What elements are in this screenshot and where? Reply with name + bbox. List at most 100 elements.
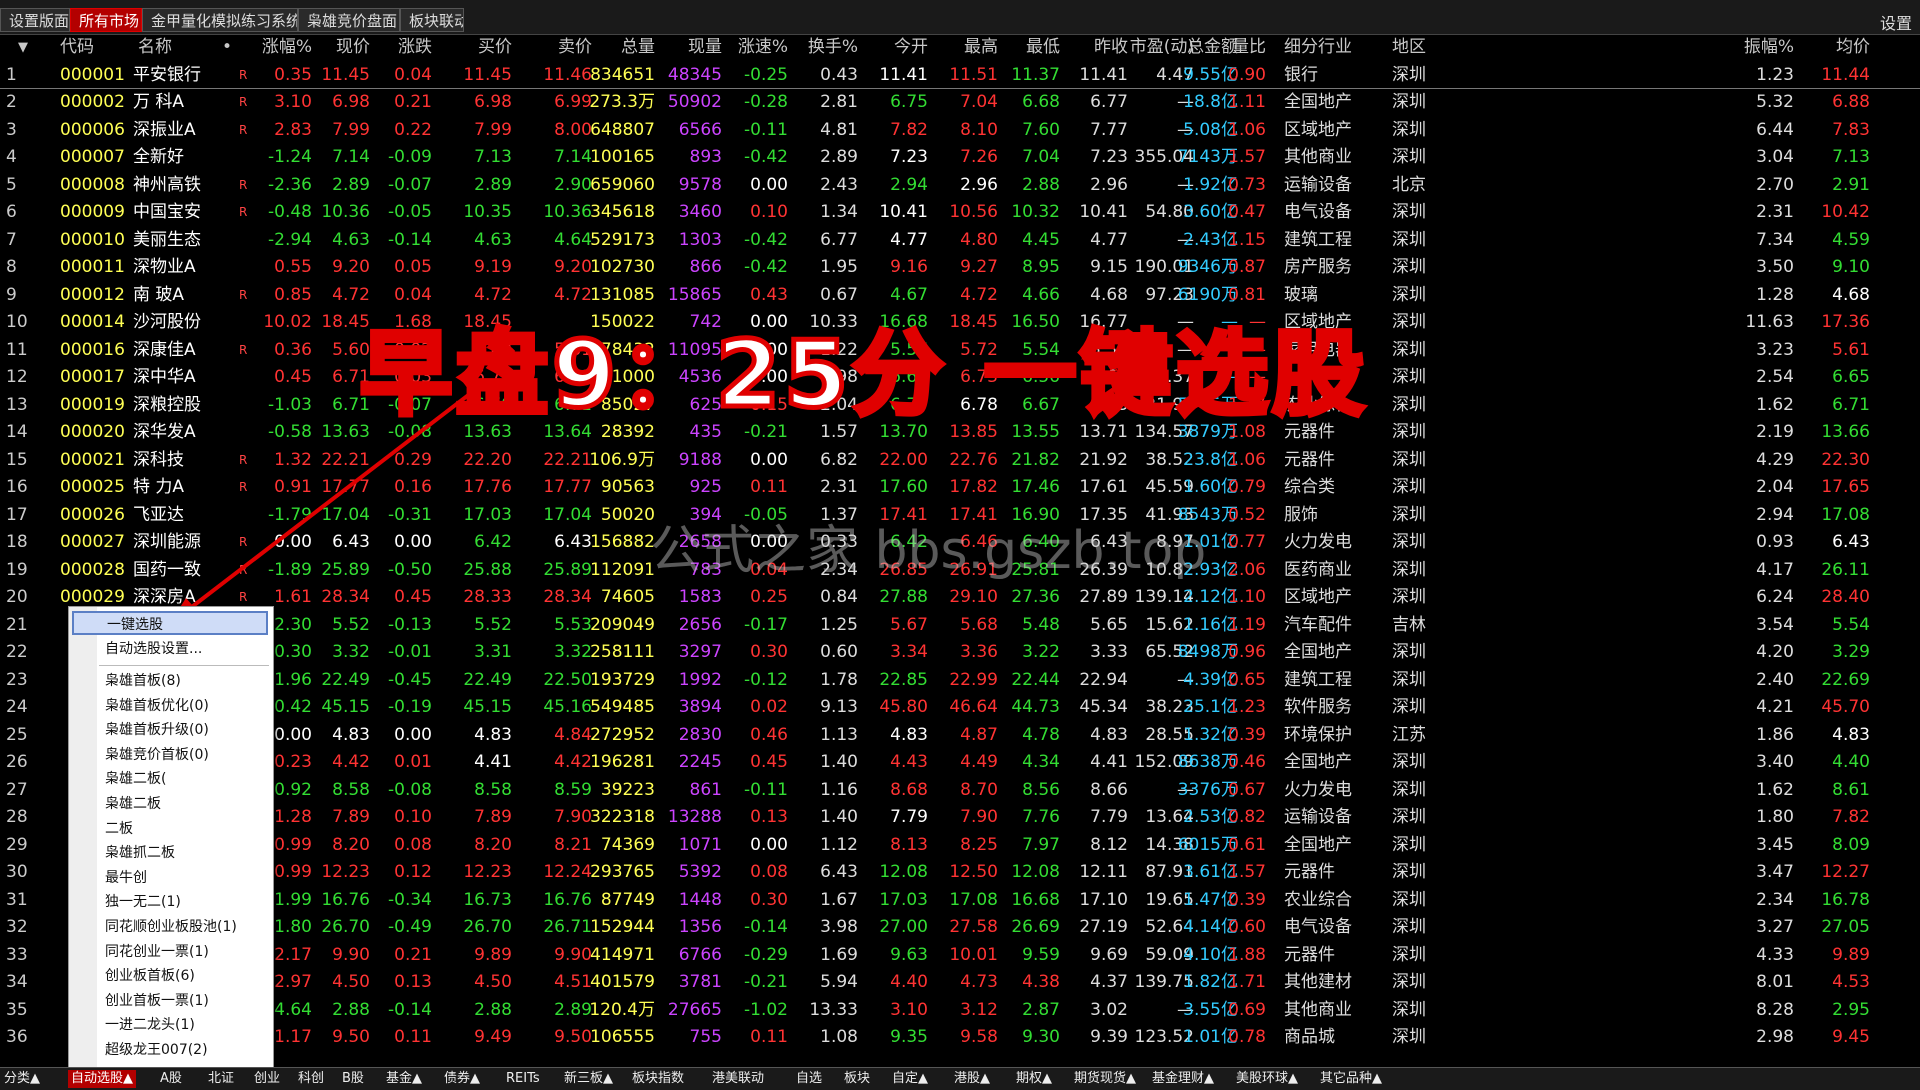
table-row[interactable]: 24 -0.42 45.15 -0.19 45.15 45.16 549485 3894 0.0…	[0, 694, 1920, 722]
menu-item[interactable]: 最牛创	[105, 866, 147, 890]
column-header[interactable]: 换手%	[778, 34, 858, 62]
bottom-tab[interactable]: 期货现货▲	[1074, 1070, 1136, 1088]
stock-code[interactable]: 000001	[60, 62, 130, 90]
bottom-tab[interactable]: 新三板▲	[564, 1070, 613, 1088]
bottom-tab[interactable]: 港美联动	[712, 1070, 764, 1088]
top-tab[interactable]: 枭雄竞价盘面	[298, 8, 400, 32]
bottom-tab[interactable]: 基金▲	[386, 1070, 422, 1088]
stock-code[interactable]: 000006	[60, 117, 130, 145]
column-header[interactable]: •	[222, 34, 232, 62]
stock-name[interactable]: 深科技	[133, 447, 233, 475]
stock-name[interactable]: 深粮控股	[133, 392, 233, 420]
stock-code[interactable]: 000020	[60, 419, 130, 447]
menu-item-one-click-select[interactable]: 一键选股	[72, 611, 268, 635]
stock-code[interactable]: 000016	[60, 337, 130, 365]
stock-name[interactable]: 神州高铁	[133, 172, 233, 200]
column-header[interactable]: 振幅%	[1714, 34, 1794, 62]
table-row[interactable]: 30 0.99 12.23 0.12 12.23 12.24 293765 5392 0.08 6…	[0, 859, 1920, 887]
stock-code[interactable]: 000019	[60, 392, 130, 420]
bottom-tab[interactable]: REITs	[506, 1070, 540, 1088]
bottom-tab[interactable]: 板块	[844, 1070, 870, 1088]
table-row[interactable]: 8 000011 深物业A 0.55 9.20 0.05 9.19 9.20 102730 866…	[0, 254, 1920, 282]
stock-code[interactable]: 000014	[60, 309, 130, 337]
stock-code[interactable]: 000017	[60, 364, 130, 392]
table-row[interactable]: 3 000006 深振业A R 2.83 7.99 0.22 7.99 8.00 648807 65…	[0, 117, 1920, 145]
menu-item[interactable]: 枭雄竞价首板(0)	[105, 743, 209, 767]
column-header[interactable]: 地区	[1392, 34, 1426, 62]
menu-item[interactable]: 枭雄首板升级(0)	[105, 718, 209, 742]
table-row[interactable]: 34 2.97 4.50 0.13 4.50 4.51 401579 3781 -0.21 5.9…	[0, 969, 1920, 997]
stock-code[interactable]: 000009	[60, 199, 130, 227]
bottom-tab[interactable]: 其它品种▲	[1320, 1070, 1382, 1088]
stock-name[interactable]: 万 科A	[133, 89, 233, 117]
sort-arrow-icon[interactable]: ▼	[18, 34, 28, 62]
column-header[interactable]: 涨速%	[708, 34, 788, 62]
table-row[interactable]: 6 000009 中国宝安 R -0.48 10.36 -0.05 10.35 10.36 345…	[0, 199, 1920, 227]
stock-name[interactable]: 深物业A	[133, 254, 233, 282]
menu-item[interactable]: 一进二龙头(1)	[105, 1013, 195, 1037]
stock-name[interactable]: 飞亚达	[133, 502, 233, 530]
table-row[interactable]: 4 000007 全新好 -1.24 7.14 -0.09 7.13 7.14 100165 89…	[0, 144, 1920, 172]
stock-code[interactable]: 000027	[60, 529, 130, 557]
settings-button[interactable]: 设置	[1880, 10, 1912, 34]
menu-item[interactable]: 枭雄二板(	[105, 767, 166, 791]
table-row[interactable]: 21 -2.30 5.52 -0.13 5.52 5.53 209049 2656 -0.17 1…	[0, 612, 1920, 640]
stock-code[interactable]: 000021	[60, 447, 130, 475]
table-row[interactable]: 35 -4.64 2.88 -0.14 2.88 2.89 120.4万 27665 -1.02…	[0, 997, 1920, 1025]
table-row[interactable]: 16 000025 特 力A R 0.91 17.77 0.16 17.76 17.77 9056…	[0, 474, 1920, 502]
table-row[interactable]: 36 1.17 9.50 0.11 9.49 9.50 106555 755 0.11 1.08 9…	[0, 1024, 1920, 1052]
stock-name[interactable]: 深振业A	[133, 117, 233, 145]
bottom-tab[interactable]: 港股▲	[954, 1070, 990, 1088]
table-row[interactable]: 5 000008 神州高铁 R -2.36 2.89 -0.07 2.89 2.90 659060…	[0, 172, 1920, 200]
table-row[interactable]: 33 2.17 9.90 0.21 9.89 9.90 414971 6766 -0.29 1.6…	[0, 942, 1920, 970]
stock-code[interactable]: 000002	[60, 89, 130, 117]
stock-name[interactable]: 南 玻A	[133, 282, 233, 310]
bottom-tab[interactable]: 自定▲	[892, 1070, 928, 1088]
bottom-tab[interactable]: 科创	[298, 1070, 324, 1088]
bottom-tab[interactable]: 自动选股▲	[68, 1070, 136, 1088]
table-row[interactable]: 15 000021 深科技 R 1.32 22.21 0.29 22.20 22.21 106.9…	[0, 447, 1920, 475]
bottom-tab[interactable]: 债券▲	[444, 1070, 480, 1088]
stock-name[interactable]: 沙河股份	[133, 309, 233, 337]
table-row[interactable]: 28 1.28 7.89 0.10 7.89 7.90 322318 13288 0.13 1.4…	[0, 804, 1920, 832]
stock-name[interactable]: 全新好	[133, 144, 233, 172]
stock-name[interactable]: 平安银行	[133, 62, 233, 90]
stock-name[interactable]: 深中华A	[133, 364, 233, 392]
stock-name[interactable]: 深康佳A	[133, 337, 233, 365]
top-tab[interactable]: 所有市场	[70, 8, 142, 32]
column-header[interactable]: 今开	[848, 34, 928, 62]
menu-item[interactable]: 枭雄首板优化(0)	[105, 694, 209, 718]
stock-code[interactable]: 000026	[60, 502, 130, 530]
stock-code[interactable]: 000010	[60, 227, 130, 255]
stock-code[interactable]: 000028	[60, 557, 130, 585]
table-row[interactable]: 2 000002 万 科A R 3.10 6.98 0.21 6.98 6.99 273.3万 50…	[0, 89, 1920, 117]
menu-item[interactable]: 枭雄首板(8)	[105, 669, 181, 693]
table-row[interactable]: 7 000010 美丽生态 -2.94 4.63 -0.14 4.63 4.64 529173 1…	[0, 227, 1920, 255]
menu-item[interactable]: 创业板首板(6)	[105, 964, 195, 988]
table-row[interactable]: 1 000001 平安银行 R 0.35 11.45 0.04 11.45 11.46 83465…	[0, 62, 1920, 90]
table-row[interactable]: 20 000029 深深房A R 1.61 28.34 0.45 28.33 28.34 7460…	[0, 584, 1920, 612]
top-tab[interactable]: 板块联动	[400, 8, 464, 32]
column-header[interactable]: 量比	[1186, 34, 1266, 62]
table-row[interactable]: 23 -1.96 22.49 -0.45 22.49 22.50 193729 1992 -0.…	[0, 667, 1920, 695]
stock-name[interactable]: 国药一致	[133, 557, 233, 585]
menu-item[interactable]: 自动选股设置...	[105, 637, 202, 661]
stock-name[interactable]: 深圳能源	[133, 529, 233, 557]
table-row[interactable]: 25 0.00 4.83 0.00 4.83 4.84 272952 2830 0.46 1.13…	[0, 722, 1920, 750]
stock-name[interactable]: 中国宝安	[133, 199, 233, 227]
stock-code[interactable]: 000011	[60, 254, 130, 282]
top-tab[interactable]: 设置版面	[0, 8, 70, 32]
bottom-tab[interactable]: 分类▲	[4, 1070, 40, 1088]
table-row[interactable]: 27 -0.92 8.58 -0.08 8.58 8.59 39223 861 -0.11 1.1…	[0, 777, 1920, 805]
menu-item[interactable]: 枭雄抓二板	[105, 841, 175, 865]
top-tab[interactable]: 金甲量化模拟练习系统9.0	[142, 8, 298, 32]
menu-item[interactable]: 超级龙王007(2)	[105, 1038, 208, 1062]
column-header[interactable]: 细分行业	[1284, 34, 1352, 62]
bottom-tab[interactable]: 北证	[208, 1070, 234, 1088]
bottom-tab[interactable]: 美股环球▲	[1236, 1070, 1298, 1088]
stock-code[interactable]: 000012	[60, 282, 130, 310]
menu-item[interactable]: 同花顺创业板股池(1)	[105, 915, 237, 939]
table-row[interactable]: 31 -1.99 16.76 -0.34 16.73 16.76 87749 1448 0.30…	[0, 887, 1920, 915]
stock-name[interactable]: 美丽生态	[133, 227, 233, 255]
bottom-tab[interactable]: 创业	[254, 1070, 280, 1088]
